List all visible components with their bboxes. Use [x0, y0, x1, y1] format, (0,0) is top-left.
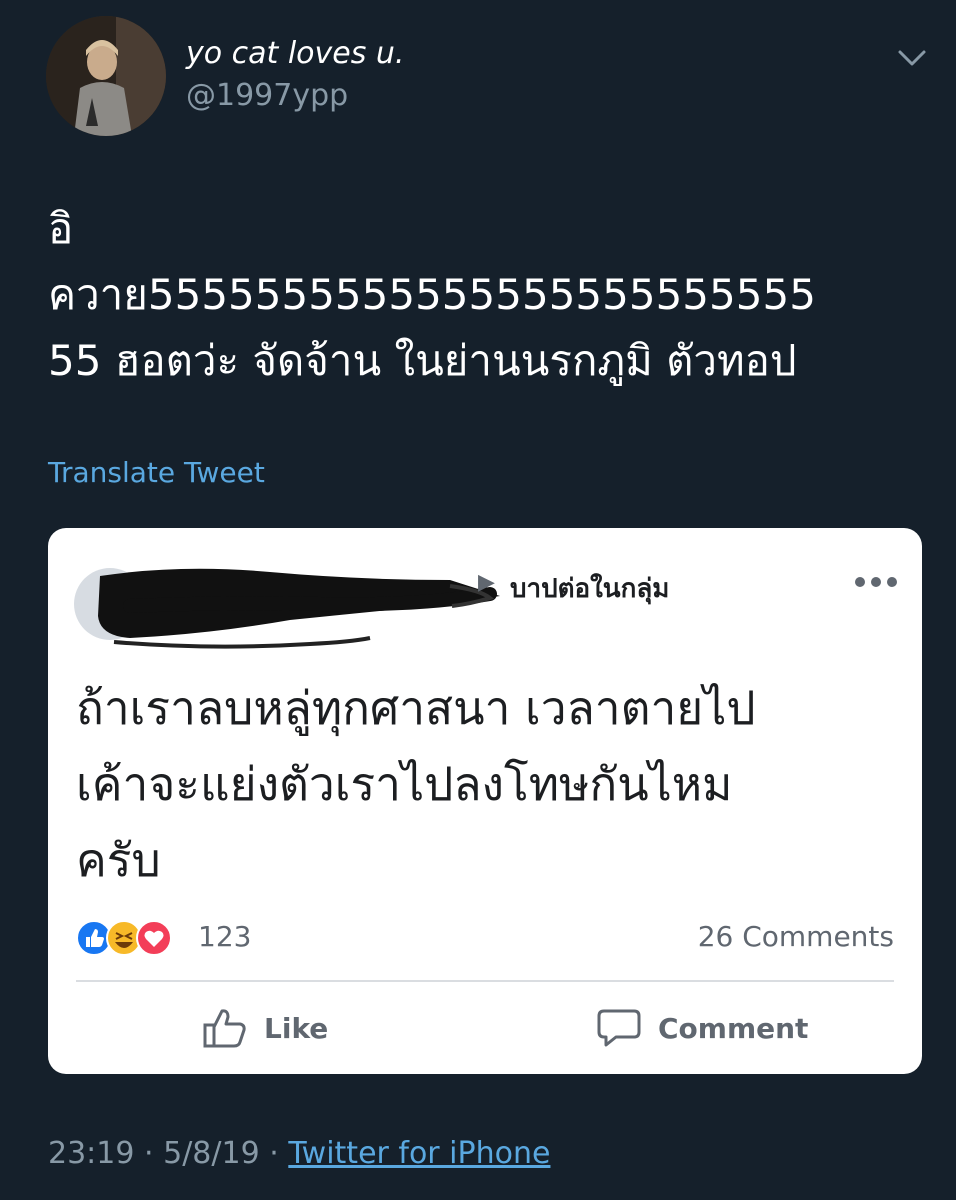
haha-reaction-icon [106, 920, 142, 956]
comments-count[interactable]: 26 Comments [698, 920, 894, 953]
chevron-down-icon[interactable] [896, 46, 928, 70]
love-reaction-icon [136, 920, 172, 956]
tweet-date: 5/8/19 [163, 1136, 260, 1171]
user-handle[interactable]: @1997ypp [186, 78, 348, 113]
comment-label: Comment [658, 1011, 809, 1045]
tweet-text-line: อิ [48, 204, 74, 253]
tweet-header: yo cat loves u. @1997ypp [0, 0, 956, 160]
tweet-source-link[interactable]: Twitter for iPhone [288, 1136, 550, 1171]
group-name[interactable]: บาปต่อในกลุ่ม [510, 568, 669, 609]
comment-button[interactable]: Comment [596, 998, 808, 1058]
embedded-facebook-post: ▶ บาปต่อในกลุ่ม ถ้าเราลบหลู่ทุกศาสนา เวล… [48, 528, 922, 1074]
separator-dot: · [269, 1136, 279, 1171]
divider [76, 980, 894, 982]
separator-dot: · [144, 1136, 154, 1171]
triangle-right-icon: ▶ [478, 570, 495, 595]
post-text: ถ้าเราลบหลู่ทุกศาสนา เวลาตายไป เค้าจะแย่… [76, 670, 896, 898]
post-text-line: เค้าจะแย่งตัวเราไปลงโทษกันไหม [76, 757, 733, 811]
tweet-text-line: ควาย5555555555555555555555555 [48, 270, 816, 319]
tweet-text: อิ ควาย5555555555555555555555555 55 ฮอตว… [48, 196, 928, 394]
avatar-photo [46, 16, 166, 136]
display-name[interactable]: yo cat loves u. [186, 36, 404, 71]
tweet-time: 23:19 [48, 1136, 135, 1171]
avatar[interactable] [46, 16, 166, 136]
redacted-author-scribble [74, 568, 500, 649]
comment-bubble-icon [597, 1009, 641, 1047]
tweet-footer: 23:19 · 5/8/19 · Twitter for iPhone [48, 1136, 550, 1171]
more-options-icon[interactable] [854, 576, 898, 588]
post-text-line: ครับ [76, 833, 161, 887]
like-reaction-icon [76, 920, 112, 956]
tweet-text-line: 55 ฮอตว่ะ จัดจ้าน ในย่านนรกภูมิ ตัวทอป [48, 336, 797, 385]
like-button[interactable]: Like [202, 998, 328, 1058]
thumbs-up-icon [203, 1009, 246, 1048]
reaction-count[interactable]: 123 [198, 920, 251, 953]
translate-tweet-link[interactable]: Translate Tweet [48, 456, 265, 489]
post-text-line: ถ้าเราลบหลู่ทุกศาสนา เวลาตายไป [76, 681, 756, 735]
like-label: Like [264, 1011, 329, 1045]
